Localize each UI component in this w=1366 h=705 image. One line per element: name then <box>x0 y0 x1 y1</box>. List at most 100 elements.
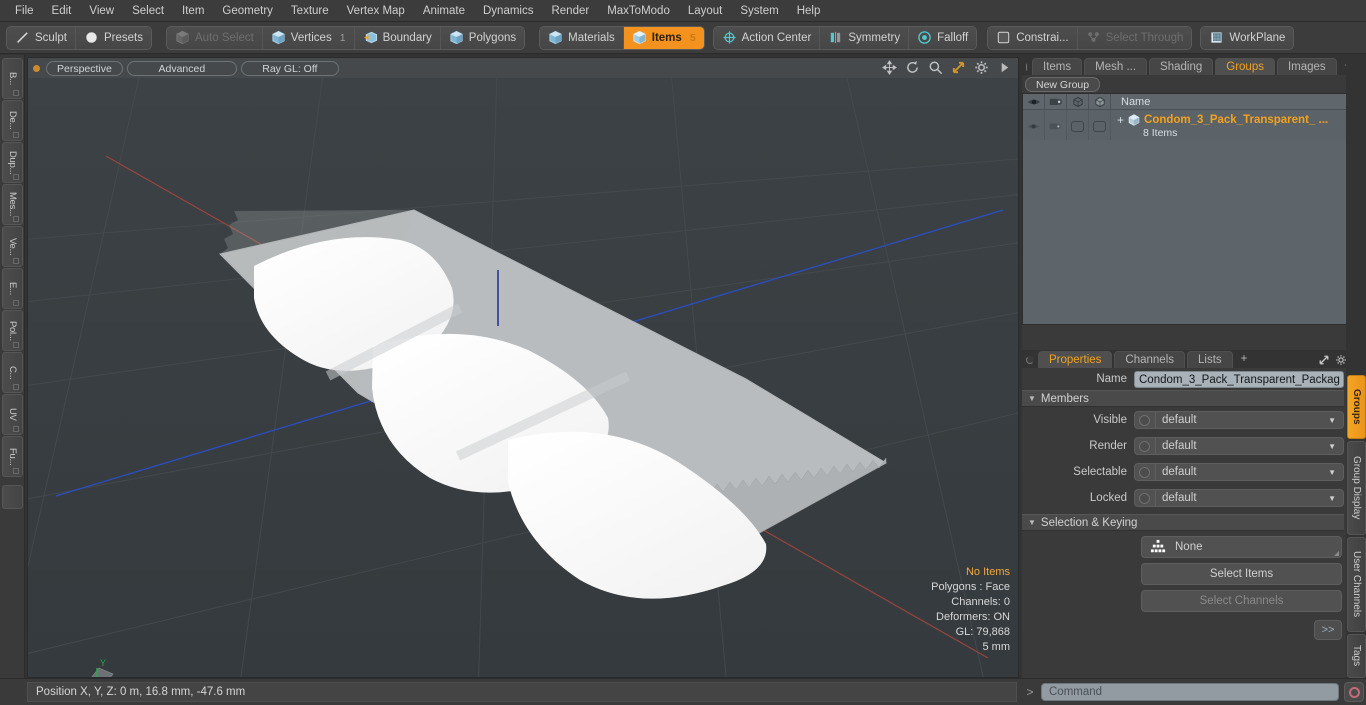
menu-item-render[interactable]: Render <box>542 1 598 21</box>
tab-images[interactable]: Images <box>1276 58 1337 75</box>
3d-viewport[interactable]: Y X Z Perspective Advanced Ray GL: Off <box>27 57 1019 678</box>
constraint-button[interactable]: Constrai... <box>988 26 1078 49</box>
row-name-cell[interactable]: + Condom_3_Pack_Transparent_ ... 8 Items <box>1111 110 1365 142</box>
move-icon[interactable] <box>882 60 897 75</box>
visible-state-dot[interactable] <box>1139 414 1150 426</box>
selectable-dropdown[interactable]: default ▼ <box>1134 463 1344 481</box>
locked-dropdown[interactable]: default ▼ <box>1134 489 1344 507</box>
menu-item-animate[interactable]: Animate <box>414 1 474 21</box>
left-tab-vertex[interactable]: Ve... <box>2 226 23 267</box>
left-tab-curve[interactable]: C... <box>2 352 23 393</box>
viewport-menu-dot[interactable] <box>33 64 40 72</box>
items-button[interactable]: Items 5 <box>623 26 704 49</box>
viewport-scene[interactable]: Y X Z <box>28 58 1018 677</box>
presets-button[interactable]: Presets <box>75 26 151 49</box>
left-tab-edge[interactable]: E... <box>2 268 23 309</box>
left-tab-polygon[interactable]: Pol... <box>2 310 23 351</box>
panel-menu-dot[interactable] <box>1026 63 1028 71</box>
vertices-button[interactable]: Vertices 1 <box>262 26 355 49</box>
expander-toggle[interactable]: + <box>1117 114 1124 126</box>
right-tab-user-channels[interactable]: User Channels <box>1347 537 1366 632</box>
rotate-icon[interactable] <box>905 60 920 75</box>
menu-item-select[interactable]: Select <box>123 1 173 21</box>
viewport-shading-selector[interactable]: Advanced <box>126 60 237 76</box>
menu-item-edit[interactable]: Edit <box>43 1 81 21</box>
group-list-empty-area[interactable] <box>1023 140 1351 324</box>
menu-item-maxtomodo[interactable]: MaxToModo <box>598 1 679 21</box>
tab-mesh[interactable]: Mesh ... <box>1084 58 1148 75</box>
left-tab-fusion[interactable]: Fu... <box>2 436 23 477</box>
row-locked-toggle[interactable] <box>1089 110 1111 142</box>
properties-menu-dot[interactable] <box>1026 356 1034 364</box>
auto-select-button[interactable]: Auto Select <box>166 26 263 49</box>
render-dropdown[interactable]: default ▼ <box>1134 437 1344 455</box>
group-list[interactable]: Name + Condom_3_Pack_Transparent_ ... 8 … <box>1022 93 1366 325</box>
tab-groups[interactable]: Groups <box>1215 58 1275 75</box>
select-through-button[interactable]: Select Through <box>1077 26 1192 49</box>
menu-item-geometry[interactable]: Geometry <box>213 1 282 21</box>
new-group-button[interactable]: New Group <box>1025 76 1101 92</box>
menu-item-help[interactable]: Help <box>788 1 830 21</box>
locked-state-dot[interactable] <box>1139 492 1150 504</box>
tab-lists[interactable]: Lists <box>1187 351 1233 368</box>
gear-icon[interactable] <box>974 60 989 75</box>
forward-button[interactable]: >> <box>1314 620 1342 640</box>
symmetry-button[interactable]: Symmetry <box>820 26 910 49</box>
right-tab-groups[interactable]: Groups <box>1347 375 1366 439</box>
left-tab-deform[interactable]: De... <box>2 100 23 141</box>
row-visible-toggle[interactable] <box>1023 110 1045 142</box>
viewport-raygl-selector[interactable]: Ray GL: Off <box>240 60 339 76</box>
menu-item-file[interactable]: File <box>6 1 43 21</box>
select-channels-button[interactable]: Select Channels <box>1141 590 1342 612</box>
menu-item-vertex-map[interactable]: Vertex Map <box>338 1 414 21</box>
members-section-header[interactable]: ▼ Members <box>1022 390 1344 407</box>
col-render[interactable] <box>1045 94 1067 109</box>
menu-item-system[interactable]: System <box>731 1 787 21</box>
record-button[interactable] <box>1344 682 1364 702</box>
boundary-button[interactable]: Boundary <box>354 26 441 49</box>
action-center-button[interactable]: Action Center <box>713 26 821 49</box>
materials-button[interactable]: Materials <box>540 26 624 49</box>
menu-item-layout[interactable]: Layout <box>679 1 732 21</box>
visible-dropdown[interactable]: default ▼ <box>1134 411 1344 429</box>
menu-item-dynamics[interactable]: Dynamics <box>474 1 542 21</box>
col-visible[interactable] <box>1023 94 1045 109</box>
menu-item-item[interactable]: Item <box>173 1 213 21</box>
left-tab-mesh[interactable]: Mes... <box>2 184 23 225</box>
right-tab-tags[interactable]: Tags <box>1347 634 1366 678</box>
tab-channels[interactable]: Channels <box>1114 351 1186 368</box>
tab-shading[interactable]: Shading <box>1149 58 1214 75</box>
menu-item-texture[interactable]: Texture <box>282 1 338 21</box>
add-properties-tab-button[interactable]: + <box>1235 351 1254 368</box>
viewport-projection-selector[interactable]: Perspective <box>46 60 123 76</box>
locked-checkbox[interactable] <box>1093 120 1106 132</box>
row-selectable-toggle[interactable] <box>1067 110 1089 142</box>
right-tab-group-display[interactable]: Group Display <box>1347 441 1366 535</box>
row-render-toggle[interactable] <box>1045 110 1067 142</box>
selectable-checkbox[interactable] <box>1071 120 1084 132</box>
falloff-button[interactable]: Falloff <box>909 26 977 49</box>
tab-properties[interactable]: Properties <box>1038 351 1113 368</box>
table-row[interactable]: + Condom_3_Pack_Transparent_ ... 8 Items <box>1023 110 1365 143</box>
expand-icon[interactable] <box>1318 354 1330 366</box>
fit-icon[interactable] <box>951 60 966 75</box>
col-locked[interactable] <box>1089 94 1111 109</box>
selection-set-dropdown[interactable]: None <box>1141 536 1342 558</box>
render-state-dot[interactable] <box>1139 440 1150 452</box>
selection-keying-section-header[interactable]: ▼ Selection & Keying <box>1022 514 1344 531</box>
left-tab-extra[interactable] <box>2 485 23 509</box>
col-selectable[interactable] <box>1067 94 1089 109</box>
polygons-button[interactable]: Polygons <box>440 26 525 49</box>
name-input[interactable]: Condom_3_Pack_Transparent_Packag <box>1134 370 1344 388</box>
select-items-button[interactable]: Select Items <box>1141 563 1342 585</box>
command-input[interactable]: Command <box>1041 683 1339 701</box>
menu-item-view[interactable]: View <box>80 1 123 21</box>
sculpt-button[interactable]: Sculpt <box>7 26 76 49</box>
workplane-button[interactable]: WorkPlane <box>1201 26 1294 49</box>
selectable-state-dot[interactable] <box>1139 466 1150 478</box>
play-icon[interactable] <box>997 60 1012 75</box>
left-tab-uv[interactable]: UV <box>2 394 23 435</box>
tab-items[interactable]: Items <box>1032 58 1083 75</box>
zoom-icon[interactable] <box>928 60 943 75</box>
left-tab-duplicate[interactable]: Dup... <box>2 142 23 183</box>
